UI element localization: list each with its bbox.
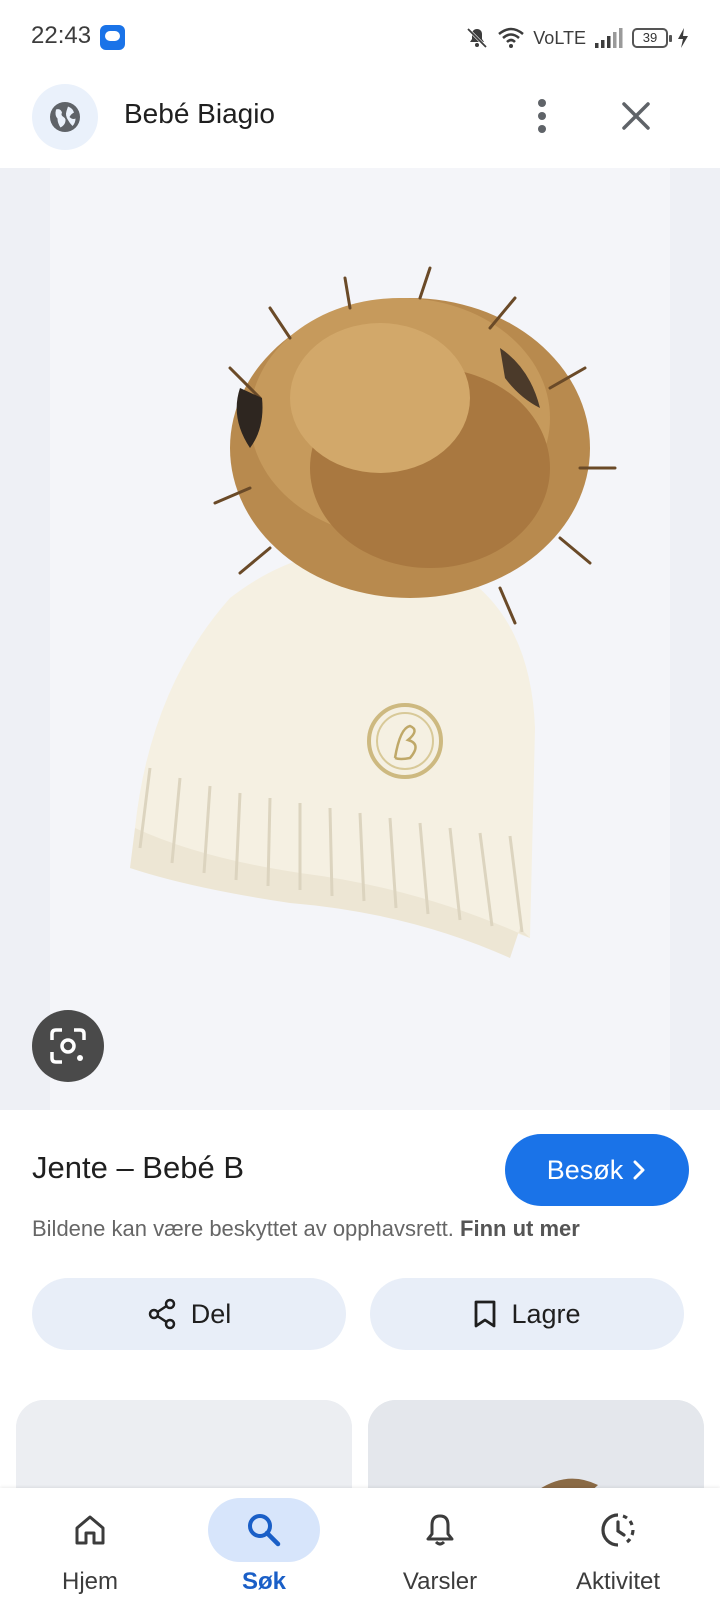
close-icon [622,102,650,130]
bottom-navigation: Hjem Søk Varsler Aktivitet [0,1488,720,1600]
share-button[interactable]: Del [32,1278,346,1350]
app-bar: Bebé Biagio [0,76,720,168]
site-favicon [32,84,98,150]
battery-icon: 39 [632,28,672,48]
nav-item-search[interactable]: Søk [174,1488,354,1600]
share-label: Del [190,1298,232,1329]
save-button[interactable]: Lagre [370,1278,684,1350]
product-photo [0,168,720,1110]
nav-item-activity[interactable]: Aktivitet [528,1488,708,1600]
visit-label: Besøk [546,1154,624,1185]
search-icon [248,1514,281,1547]
save-label: Lagre [511,1298,581,1329]
lens-search-button[interactable] [32,1010,104,1082]
charging-icon [678,28,688,48]
nav-pill [562,1498,674,1562]
nav-item-home[interactable]: Hjem [0,1488,180,1600]
close-button[interactable] [612,92,660,140]
chat-app-icon [100,25,125,50]
signal-icon [595,28,623,48]
nav-pill [208,1498,320,1562]
site-title[interactable]: Bebé Biagio [124,98,275,130]
globe-icon [50,102,80,132]
nav-label-activity: Aktivitet [575,1568,661,1595]
copyright-notice: Bildene kan være beskyttet av opphavsret… [32,1216,580,1242]
lens-icon [50,1028,86,1064]
nav-label-search: Søk [241,1568,286,1595]
wifi-icon [498,27,525,48]
nav-item-notifications[interactable]: Varsler [350,1488,530,1600]
nav-label-notifications: Varsler [402,1568,478,1595]
share-icon [148,1298,175,1330]
learn-more-link[interactable]: Finn ut mer [460,1216,580,1241]
nav-pill [384,1498,496,1562]
volte-label: VoLTE [533,27,586,48]
status-time: 22:43 [31,22,92,49]
chevron-right-icon [633,1160,645,1180]
result-title: Jente – Bebé B [32,1150,244,1185]
more-options-button[interactable] [520,90,564,142]
copyright-text: Bildene kan være beskyttet av opphavsret… [32,1216,454,1241]
nav-label-home: Hjem [61,1568,118,1595]
activity-icon [601,1513,635,1547]
visit-button[interactable]: Besøk [505,1134,689,1206]
more-vert-icon [538,99,546,133]
mute-bell-icon [467,27,488,49]
nav-pill [34,1498,146,1562]
status-bar: 22:43 VoLTE 39 [0,0,720,76]
home-icon [75,1515,105,1545]
bell-icon [426,1514,454,1546]
status-icons: VoLTE 39 [465,22,690,54]
image-preview[interactable] [0,168,720,1110]
bookmark-icon [475,1300,496,1328]
